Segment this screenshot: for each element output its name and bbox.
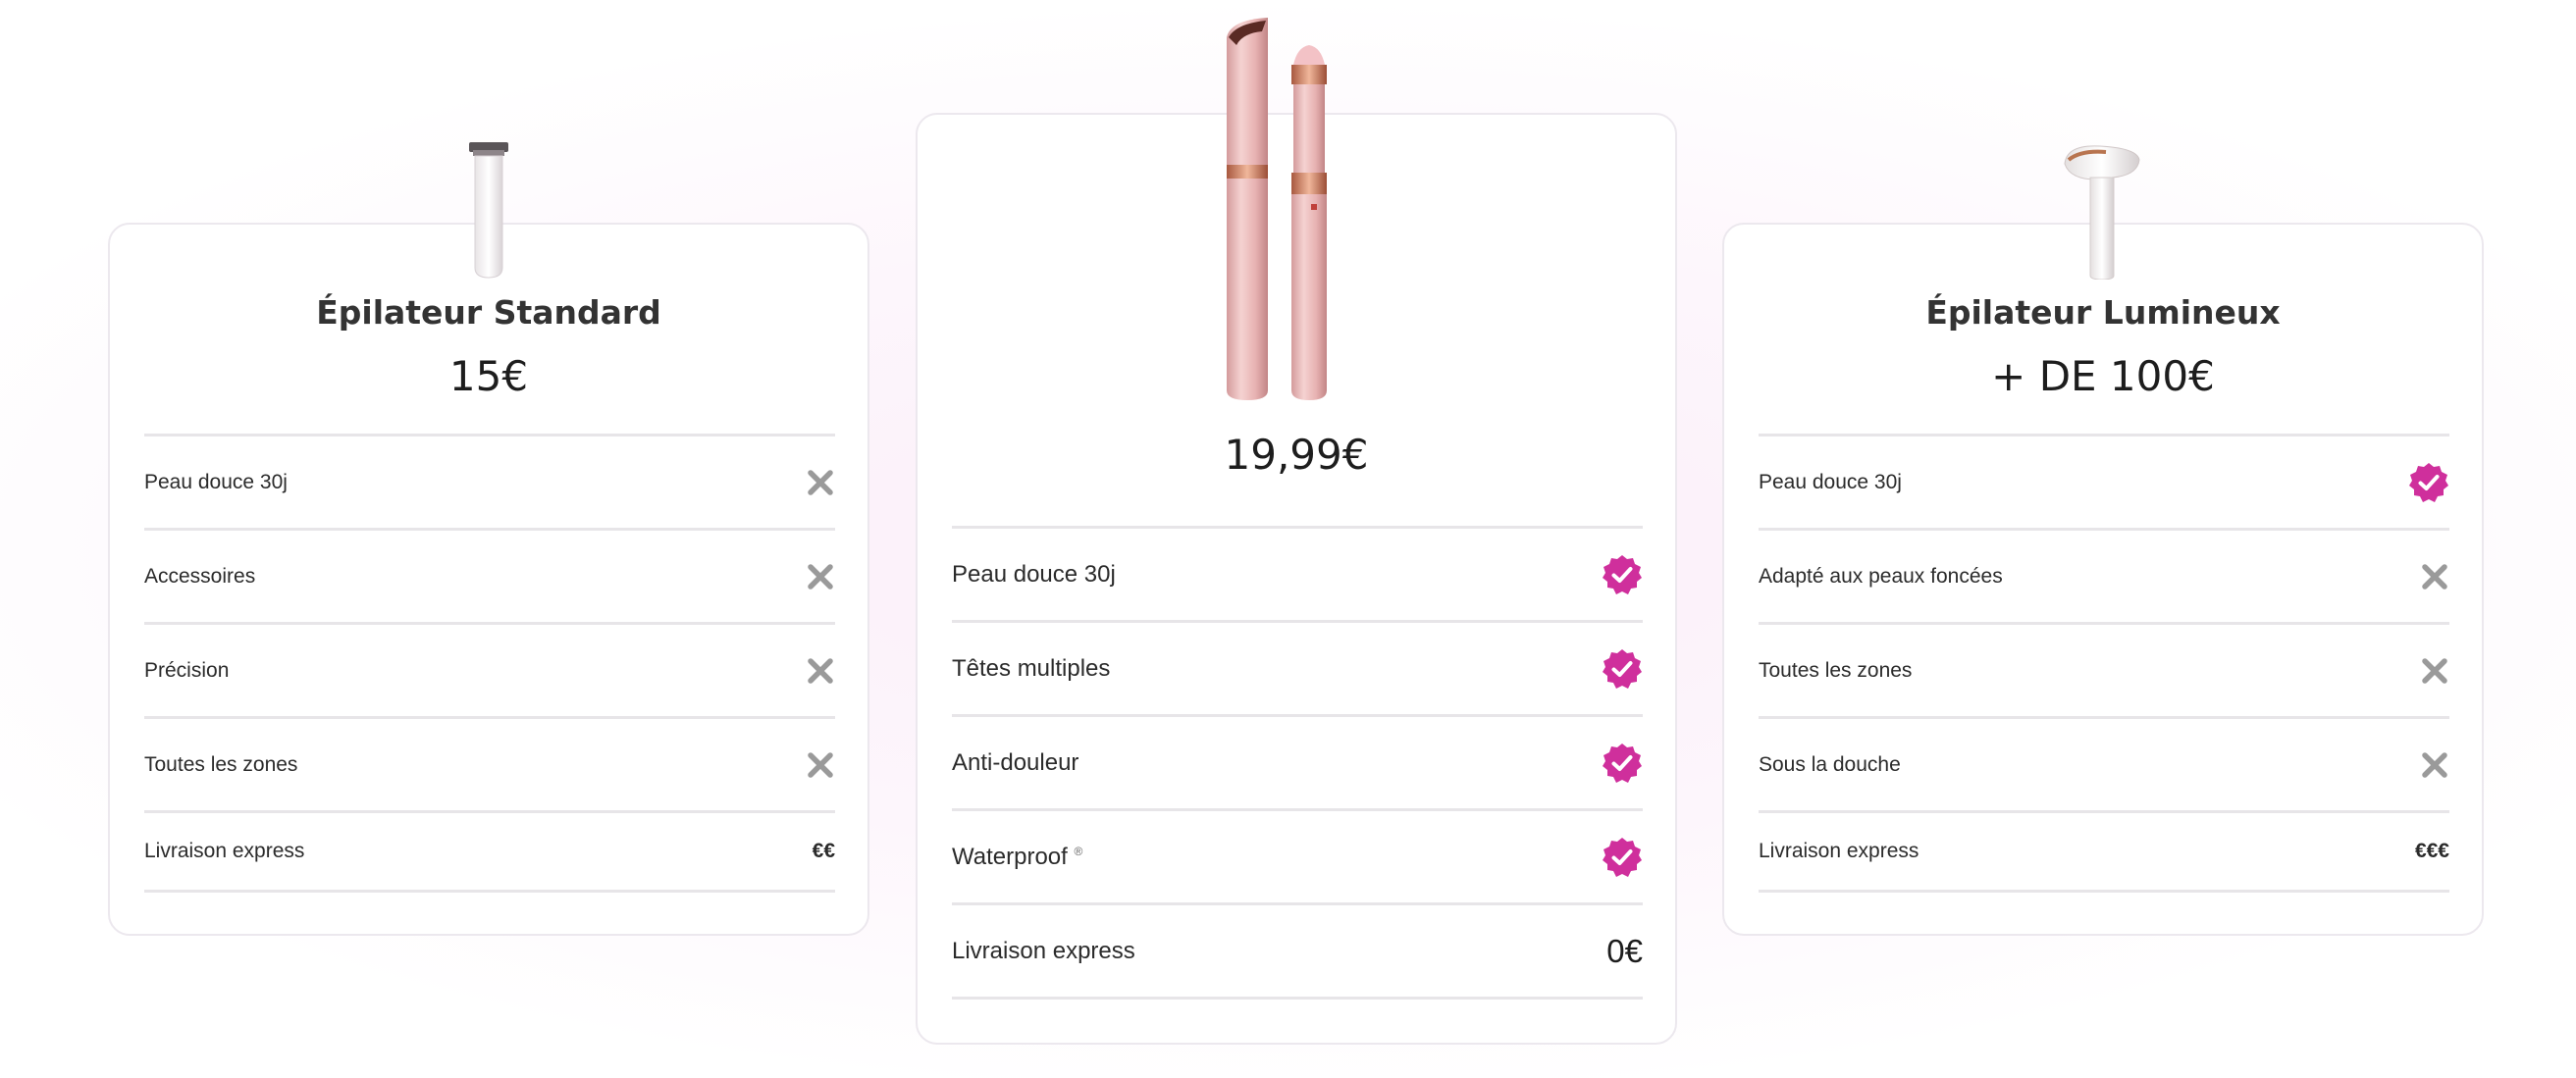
- feature-row: Anti-douleur: [952, 717, 1643, 811]
- feature-label: Précision: [144, 658, 230, 682]
- cross-icon: [806, 562, 835, 591]
- cross-icon: [806, 656, 835, 686]
- feature-row: Têtes multiples: [952, 623, 1643, 717]
- comparison-card-lumineux: Épilateur Lumineux + DE 100€ Peau douce …: [1722, 223, 2484, 936]
- check-badge-icon: [1602, 837, 1643, 878]
- card-title: Épilateur Lumineux: [1925, 293, 2281, 332]
- feature-row: Accessoires: [144, 531, 835, 625]
- check-badge-icon: [1602, 743, 1643, 784]
- feature-list: Peau douce 30j Têtes multiples Anti-doul…: [952, 526, 1643, 1000]
- feature-label: Anti-douleur: [952, 748, 1079, 776]
- cross-icon: [2420, 750, 2449, 780]
- feature-row: Waterproof ®: [952, 811, 1643, 905]
- pink-precision-epilator-image: [1217, 18, 1354, 410]
- feature-row: Précision: [144, 625, 835, 719]
- card-price: 19,99€: [1224, 431, 1369, 479]
- feature-list: Peau douce 30j Adapté aux peaux foncées …: [1759, 434, 2449, 893]
- feature-value: €€€: [2414, 840, 2449, 862]
- standard-epilator-image: [461, 142, 520, 284]
- check-badge-icon: [1602, 554, 1643, 595]
- feature-row: Livraison express €€: [144, 813, 835, 893]
- feature-row: Peau douce 30j: [952, 529, 1643, 623]
- feature-row: Toutes les zones: [144, 719, 835, 813]
- feature-row: Peau douce 30j: [144, 436, 835, 531]
- check-badge-icon: [1602, 648, 1643, 690]
- check-badge-icon: [2408, 462, 2449, 503]
- feature-label: Waterproof ®: [952, 844, 1082, 871]
- cross-icon: [806, 468, 835, 497]
- feature-row: Adapté aux peaux foncées: [1759, 531, 2449, 625]
- ipl-epilator-image: [2061, 142, 2144, 284]
- feature-value: 0€: [1606, 932, 1643, 969]
- feature-label: Toutes les zones: [144, 752, 298, 776]
- feature-row: Toutes les zones: [1759, 625, 2449, 719]
- cross-icon: [2420, 656, 2449, 686]
- feature-label: Peau douce 30j: [1759, 470, 1902, 493]
- feature-label: Livraison express: [952, 937, 1135, 964]
- feature-label: Peau douce 30j: [144, 470, 288, 493]
- feature-label: Toutes les zones: [1759, 658, 1913, 682]
- registered-mark: ®: [1074, 844, 1083, 858]
- feature-label: Adapté aux peaux foncées: [1759, 564, 2003, 588]
- feature-label: Têtes multiples: [952, 654, 1111, 682]
- card-title: Épilateur Standard: [316, 293, 661, 332]
- feature-label: Accessoires: [144, 564, 256, 588]
- feature-value: €€: [812, 840, 835, 862]
- feature-list: Peau douce 30j Accessoires Précision Tou…: [144, 434, 835, 893]
- cross-icon: [2420, 562, 2449, 591]
- card-price: + DE 100€: [1991, 352, 2215, 400]
- feature-row: Sous la douche: [1759, 719, 2449, 813]
- feature-label: Peau douce 30j: [952, 560, 1116, 588]
- feature-row: Peau douce 30j: [1759, 436, 2449, 531]
- cross-icon: [806, 750, 835, 780]
- feature-row: Livraison express €€€: [1759, 813, 2449, 893]
- feature-row: Livraison express 0€: [952, 905, 1643, 1000]
- feature-label-text: Waterproof: [952, 843, 1068, 870]
- feature-label: Livraison express: [1759, 840, 1919, 862]
- feature-label: Sous la douche: [1759, 752, 1901, 776]
- feature-label: Livraison express: [144, 840, 305, 862]
- card-price: 15€: [448, 352, 529, 400]
- comparison-card-standard: Épilateur Standard 15€ Peau douce 30j Ac…: [108, 223, 869, 936]
